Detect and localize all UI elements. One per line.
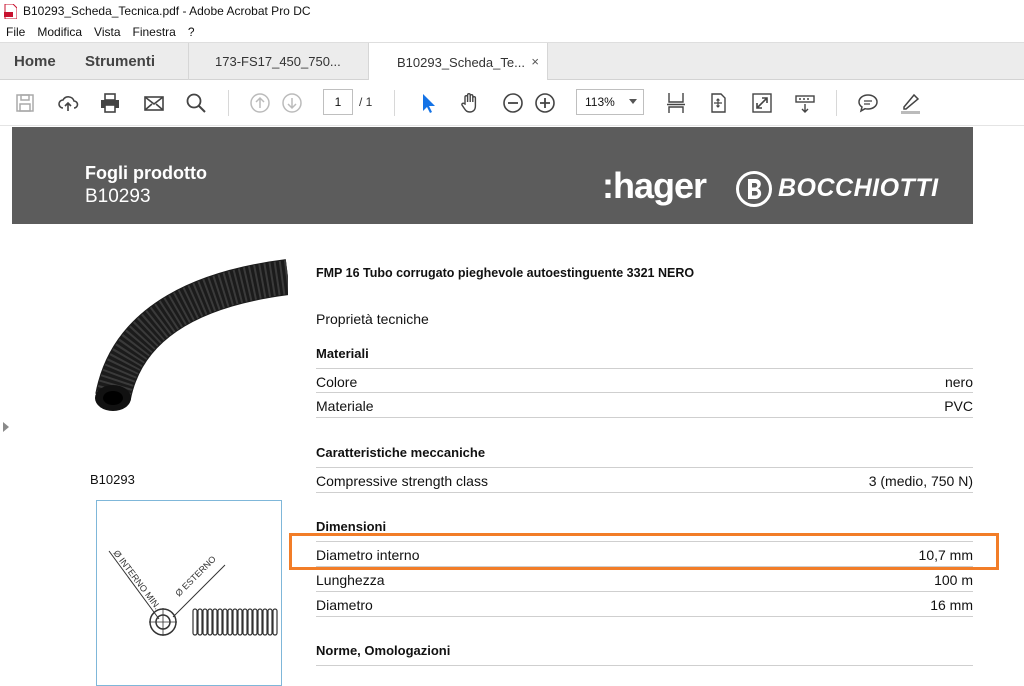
row-key: Colore xyxy=(316,374,358,390)
section-heading-norme: Norme, Omologazioni xyxy=(316,643,451,658)
table-rule xyxy=(316,616,973,617)
row-value: nero xyxy=(944,374,973,390)
inner-diameter-label: Ø INTERNO MIN. xyxy=(111,548,162,611)
chevron-down-icon xyxy=(629,99,637,104)
table-row: Materiale PVC xyxy=(316,392,973,417)
comment-icon[interactable] xyxy=(856,91,880,115)
row-key: Materiale xyxy=(316,398,374,414)
technical-drawing: Ø INTERNO MIN. Ø ESTERNO xyxy=(96,500,282,686)
tab-home[interactable]: Home xyxy=(14,43,56,80)
row-key: Compressive strength class xyxy=(316,473,488,489)
tab-bar: Home Strumenti 173-FS17_450_750... B1029… xyxy=(0,42,1024,81)
fullscreen-icon[interactable] xyxy=(750,91,774,115)
image-product-code: B10293 xyxy=(90,472,135,487)
menu-bar: File Modifica Vista Finestra ? xyxy=(0,22,1024,42)
save-icon[interactable] xyxy=(13,91,37,115)
page-number-input[interactable]: 1 xyxy=(323,89,353,115)
table-rule xyxy=(316,492,973,493)
product-title: FMP 16 Tubo corrugato pieghevole autoest… xyxy=(316,266,695,280)
section-heading-caratteristiche: Caratteristiche meccaniche xyxy=(316,445,486,460)
hand-icon[interactable] xyxy=(458,91,482,115)
outer-diameter-label: Ø ESTERNO xyxy=(173,554,218,599)
page-down-icon[interactable] xyxy=(280,91,304,115)
tab-document-2[interactable]: B10293_Scheda_Te... × xyxy=(368,43,548,81)
pdf-page: Fogli prodotto B10293 :hager BOCCHIOTTI … xyxy=(12,127,973,686)
tab-document-1[interactable]: 173-FS17_450_750... xyxy=(188,43,368,80)
menu-help[interactable]: ? xyxy=(182,25,201,39)
menu-file[interactable]: File xyxy=(0,25,31,39)
section-heading-materiali: Materiali xyxy=(316,346,369,361)
table-row: Colore nero xyxy=(316,368,973,393)
row-value: PVC xyxy=(944,398,973,414)
row-key: Diametro xyxy=(316,597,373,613)
section-intro: Proprietà tecniche xyxy=(316,311,429,327)
toolbar-separator xyxy=(228,90,229,116)
acrobat-window: B10293_Scheda_Tecnica.pdf - Adobe Acroba… xyxy=(0,0,1024,686)
close-tab-icon[interactable]: × xyxy=(531,54,539,69)
highlight-pen-icon[interactable] xyxy=(898,91,922,115)
row-value: 16 mm xyxy=(930,597,973,613)
table-rule xyxy=(316,417,973,418)
table-row: Diametro 16 mm xyxy=(316,591,973,616)
zoom-in-icon[interactable] xyxy=(533,91,557,115)
tab-document-1-label: 173-FS17_450_750... xyxy=(215,54,341,69)
menu-finestra[interactable]: Finestra xyxy=(127,25,182,39)
select-arrow-icon[interactable] xyxy=(416,91,440,115)
expand-panel-icon[interactable] xyxy=(3,422,9,432)
search-icon[interactable] xyxy=(184,91,208,115)
toolbar-separator xyxy=(836,90,837,116)
table-row: Compressive strength class 3 (medio, 750… xyxy=(316,467,973,492)
banner-product-code: B10293 xyxy=(85,186,151,207)
tab-strumenti[interactable]: Strumenti xyxy=(85,43,155,80)
page-banner: Fogli prodotto B10293 :hager BOCCHIOTTI xyxy=(12,127,973,224)
zoom-value: 113% xyxy=(585,95,615,109)
scroll-mode-icon[interactable] xyxy=(793,91,817,115)
section-heading-dimensioni: Dimensioni xyxy=(316,519,387,534)
hager-logo: :hager xyxy=(602,165,707,206)
email-icon[interactable] xyxy=(142,91,166,115)
pdf-app-icon xyxy=(4,3,18,19)
bocchiotti-logo-icon xyxy=(736,171,772,207)
title-bar: B10293_Scheda_Tecnica.pdf - Adobe Acroba… xyxy=(0,0,1024,22)
page-total: / 1 xyxy=(359,95,373,109)
zoom-out-icon[interactable] xyxy=(501,91,525,115)
table-rule xyxy=(316,665,973,666)
product-tube-image xyxy=(95,259,288,411)
banner-title: Fogli prodotto xyxy=(85,163,207,183)
fit-width-icon[interactable] xyxy=(664,91,688,115)
tab-document-2-label: B10293_Scheda_Te... xyxy=(397,54,525,70)
menu-modifica[interactable]: Modifica xyxy=(31,25,88,39)
row-value: 100 m xyxy=(934,572,973,588)
menu-vista[interactable]: Vista xyxy=(88,25,126,39)
cloud-upload-icon[interactable] xyxy=(56,91,80,115)
row-value: 3 (medio, 750 N) xyxy=(868,473,973,489)
bocchiotti-logo: BOCCHIOTTI xyxy=(778,174,939,202)
row-key: Lunghezza xyxy=(316,572,385,588)
tube-section-drawing: Ø INTERNO MIN. Ø ESTERNO xyxy=(108,548,278,636)
toolbar-separator xyxy=(394,90,395,116)
window-title: B10293_Scheda_Tecnica.pdf - Adobe Acroba… xyxy=(23,4,311,18)
toolbar xyxy=(0,80,1024,126)
page-up-icon[interactable] xyxy=(248,91,272,115)
zoom-select[interactable]: 113% xyxy=(576,89,644,115)
fit-page-icon[interactable] xyxy=(706,91,730,115)
print-icon[interactable] xyxy=(98,91,122,115)
highlight-annotation-box xyxy=(289,533,999,570)
